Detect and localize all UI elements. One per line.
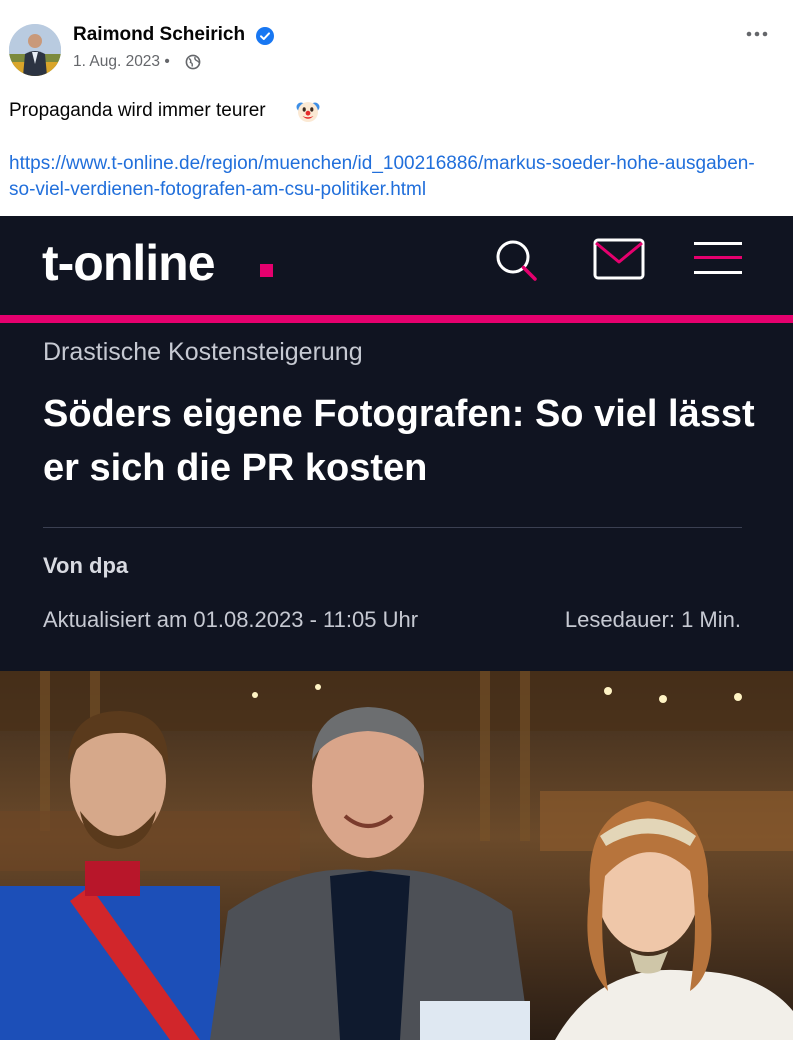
accent-bar — [0, 315, 793, 323]
article-headline: Söders eigene Fotografen: So viel lässt … — [43, 393, 755, 489]
hamburger-menu-icon — [694, 242, 742, 274]
more-options-icon[interactable] — [744, 24, 770, 44]
post-text: Propaganda wird immer teurer — [9, 100, 266, 121]
post-date[interactable]: 1. Aug. 2023 — [73, 53, 160, 70]
verified-badge-icon — [256, 27, 274, 45]
article-byline: Von dpa — [43, 553, 129, 578]
t-online-logo: t-online — [42, 235, 216, 291]
search-icon — [496, 240, 537, 281]
mail-icon — [593, 238, 645, 280]
article-read-time: Lesedauer: 1 Min. — [564, 607, 741, 632]
avatar[interactable] — [9, 24, 61, 76]
article-link[interactable]: https://www.t-online.de/region/muenchen/… — [9, 151, 779, 203]
divider — [43, 527, 742, 528]
post-header: Raimond Scheirich 1. Aug. 2023 • — [0, 0, 793, 92]
clown-face-emoji — [296, 102, 320, 122]
article-kicker: Drastische Kostensteigerung — [43, 338, 363, 366]
article-photo — [0, 671, 793, 1040]
shared-article-screenshot[interactable]: t-online Drastische Kostensteigerung Söd… — [0, 216, 793, 1040]
logo-accent-dot — [260, 264, 273, 277]
post-meta: 1. Aug. 2023 • — [73, 53, 170, 71]
globe-icon — [185, 54, 201, 70]
author-name[interactable]: Raimond Scheirich — [73, 24, 245, 46]
article-updated-date: Aktualisiert am 01.08.2023 - 11:05 Uhr — [43, 607, 419, 632]
meta-separator: • — [164, 53, 170, 70]
